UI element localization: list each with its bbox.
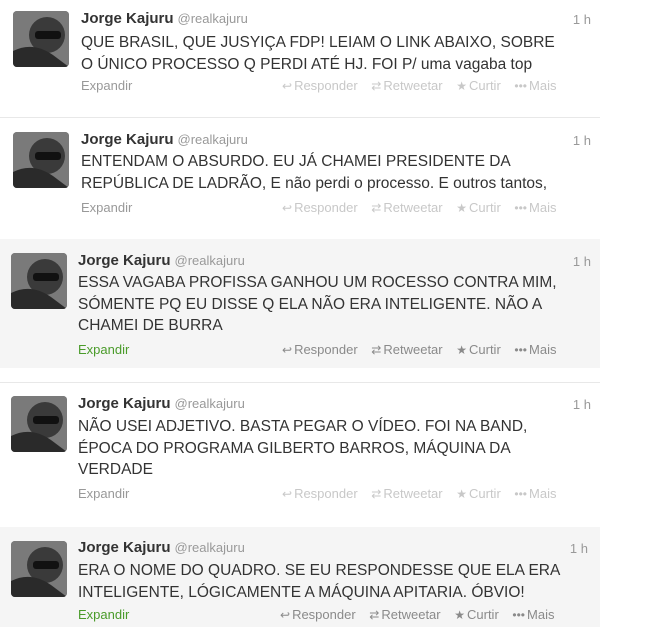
avatar[interactable] <box>13 11 69 67</box>
author-name[interactable]: Jorge Kajuru <box>78 539 171 556</box>
expand-link[interactable]: Expandir <box>81 78 132 93</box>
more-button[interactable]: ••• Mais <box>514 486 556 501</box>
favorite-button[interactable]: ★ Curtir <box>454 607 499 622</box>
author-handle[interactable]: @realkajuru <box>175 396 245 411</box>
author-name[interactable]: Jorge Kajuru <box>81 131 174 148</box>
reply-button[interactable]: ↩ Responder <box>282 78 358 93</box>
star-icon: ★ <box>456 343 467 357</box>
favorite-button[interactable]: ★ Curtir <box>456 342 501 357</box>
tweet-item[interactable]: Jorge Kajuru @realkajuru 1 h ENTENDAM O A… <box>0 118 600 239</box>
more-dots-icon: ••• <box>514 79 528 93</box>
star-icon: ★ <box>456 487 467 501</box>
more-button[interactable]: ••• Mais <box>514 200 556 215</box>
more-dots-icon: ••• <box>514 487 528 501</box>
reply-icon: ↩ <box>282 343 293 357</box>
timestamp[interactable]: 1 h <box>551 133 591 148</box>
expand-link[interactable]: Expandir <box>78 607 129 622</box>
author-handle[interactable]: @realkajuru <box>175 253 245 268</box>
reply-icon: ↩ <box>282 487 293 501</box>
avatar[interactable] <box>11 541 67 597</box>
retweet-button[interactable]: ⇄ Retweetar <box>371 486 442 501</box>
avatar[interactable] <box>11 253 67 309</box>
author-handle[interactable]: @realkajuru <box>175 540 245 555</box>
more-button[interactable]: ••• Mais <box>514 342 556 357</box>
avatar[interactable] <box>13 132 69 188</box>
timestamp[interactable]: 1 h <box>551 12 591 27</box>
timestamp[interactable]: 1 h <box>551 397 591 412</box>
author-name[interactable]: Jorge Kajuru <box>78 395 171 412</box>
tweet-text-line: ESSA VAGABA PROFISSA GANHOU UM ROCESSO C… <box>78 274 557 291</box>
tweet-text-line: CHAMEI DE BURRA <box>78 317 223 334</box>
retweet-icon: ⇄ <box>371 487 382 501</box>
more-dots-icon: ••• <box>514 201 528 215</box>
avatar[interactable] <box>11 396 67 452</box>
author-handle[interactable]: @realkajuru <box>178 132 248 147</box>
expand-link[interactable]: Expandir <box>78 486 129 501</box>
reply-button[interactable]: ↩ Responder <box>282 486 358 501</box>
star-icon: ★ <box>454 608 465 622</box>
tweet-text-line: INTELIGENTE, LÓGICAMENTE A MÁQUINA APITA… <box>78 583 525 601</box>
tweet-text-line: NÃO USEI ADJETIVO. BASTA PEGAR O VÍDEO. … <box>78 418 528 435</box>
timestamp[interactable]: 1 h <box>551 254 591 269</box>
retweet-icon: ⇄ <box>371 201 382 215</box>
reply-button[interactable]: ↩ Responder <box>282 200 358 215</box>
favorite-button[interactable]: ★ Curtir <box>456 200 501 215</box>
expand-link[interactable]: Expandir <box>78 342 129 357</box>
expand-link[interactable]: Expandir <box>81 200 132 215</box>
retweet-icon: ⇄ <box>371 343 382 357</box>
favorite-button[interactable]: ★ Curtir <box>456 486 501 501</box>
timestamp[interactable]: 1 h <box>548 541 588 556</box>
retweet-icon: ⇄ <box>371 79 382 93</box>
reply-button[interactable]: ↩ Responder <box>282 342 358 357</box>
tweet-text-line: VERDADE <box>78 461 153 478</box>
star-icon: ★ <box>456 79 467 93</box>
retweet-button[interactable]: ⇄ Retweetar <box>371 342 442 357</box>
star-icon: ★ <box>456 201 467 215</box>
tweet-item[interactable]: Jorge Kajuru @realkajuru 1 h ERA O NOME D… <box>0 527 600 627</box>
tweet-text-line: ENTENDAM O ABSURDO. EU JÁ CHAMEI PRESIDE… <box>81 153 511 170</box>
retweet-button[interactable]: ⇄ Retweetar <box>371 78 442 93</box>
author-name[interactable]: Jorge Kajuru <box>78 252 171 269</box>
tweet-text-line: O ÚNICO PROCESSO Q PERDI ATÉ HJ. FOI P/ … <box>81 55 533 73</box>
retweet-button[interactable]: ⇄ Retweetar <box>371 200 442 215</box>
more-dots-icon: ••• <box>514 343 528 357</box>
more-button[interactable]: ••• Mais <box>512 607 554 622</box>
author-name[interactable]: Jorge Kajuru <box>81 10 174 27</box>
tweet-text-line: REPÚBLICA DE LADRÃO, E não perdi o proce… <box>81 174 548 192</box>
retweet-button[interactable]: ⇄ Retweetar <box>369 607 440 622</box>
more-dots-icon: ••• <box>512 608 526 622</box>
reply-button[interactable]: ↩ Responder <box>280 607 356 622</box>
retweet-icon: ⇄ <box>369 608 380 622</box>
tweet-text-line: ERA O NOME DO QUADRO. SE EU RESPONDESSE … <box>78 562 561 579</box>
tweet-text-line: QUE BRASIL, QUE JUSYIÇA FDP! LEIAM O LIN… <box>81 34 555 51</box>
tweet-item[interactable]: Jorge Kajuru @realkajuru 1 h NÃO USEI ADJ… <box>0 383 600 513</box>
author-handle[interactable]: @realkajuru <box>178 11 248 26</box>
tweet-item[interactable]: Jorge Kajuru @realkajuru 1 h ESSA VAGABA … <box>0 239 600 368</box>
reply-icon: ↩ <box>282 79 293 93</box>
more-button[interactable]: ••• Mais <box>514 78 556 93</box>
tweet-text-line: SÓMENTE PQ EU DISSE Q ELA NÃO ERA INTELI… <box>78 295 543 313</box>
reply-icon: ↩ <box>280 608 291 622</box>
reply-icon: ↩ <box>282 201 293 215</box>
tweet-item[interactable]: Jorge Kajuru @realkajuru 1 h QUE BRASIL, … <box>0 0 600 117</box>
tweet-text-line: ÉPOCA DO PROGRAMA GILBERTO BARROS, MÁQUI… <box>78 439 511 457</box>
favorite-button[interactable]: ★ Curtir <box>456 78 501 93</box>
